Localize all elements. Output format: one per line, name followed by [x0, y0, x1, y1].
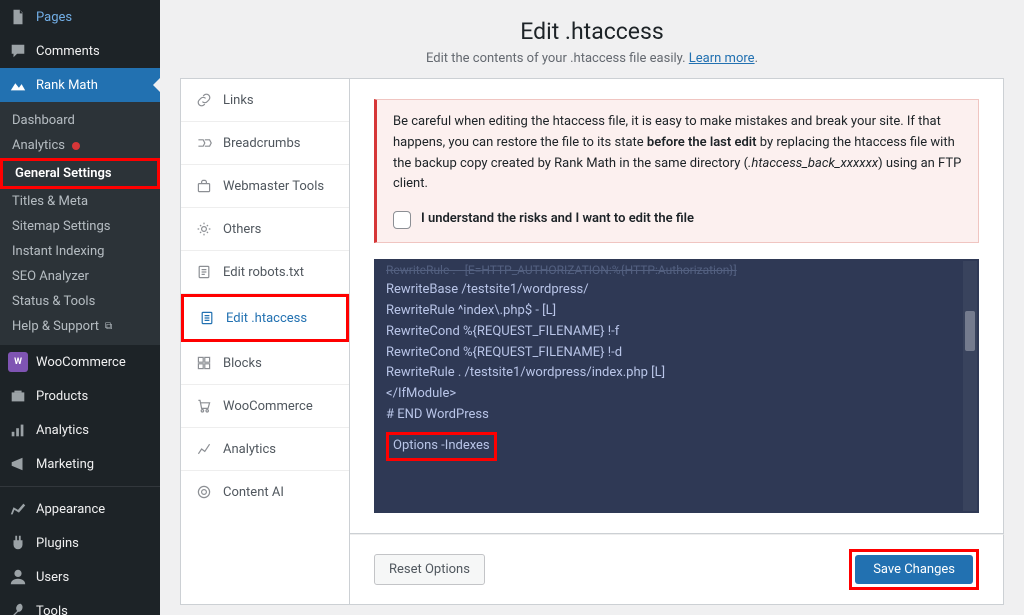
reset-options-button[interactable]: Reset Options	[374, 554, 485, 585]
warning-notice: Be careful when editing the htaccess fil…	[374, 99, 979, 243]
tab-label: Links	[223, 93, 254, 108]
tab-label: Edit robots.txt	[223, 265, 304, 280]
tab-label: Blocks	[223, 356, 262, 371]
menu-marketing[interactable]: Marketing	[0, 447, 160, 481]
menu-woocommerce[interactable]: W WooCommerce	[0, 345, 160, 379]
risk-checkbox-label: I understand the risks and I want to edi…	[421, 209, 694, 230]
products-icon	[8, 386, 28, 406]
tools-icon	[8, 601, 28, 615]
users-icon	[8, 567, 28, 587]
tab-webmaster-tools[interactable]: Webmaster Tools	[181, 165, 349, 208]
menu-label: Users	[36, 570, 69, 585]
tab-content-ai[interactable]: Content AI	[181, 471, 349, 513]
page-icon	[8, 7, 28, 27]
content-panel: Be careful when editing the htaccess fil…	[350, 78, 1004, 534]
panel-footer: Reset Options Save Changes	[350, 534, 1004, 605]
menu-label: Products	[36, 389, 88, 404]
menu-label: Analytics	[36, 423, 89, 438]
robots-icon	[195, 263, 213, 281]
learn-more-link[interactable]: Learn more	[689, 51, 755, 66]
notification-dot-icon	[72, 142, 80, 150]
settings-tabs: Links Breadcrumbs Webmaster Tools Others…	[180, 78, 350, 605]
rankmath-submenu: Dashboard Analytics General Settings Tit…	[0, 102, 160, 345]
marketing-icon	[8, 454, 28, 474]
menu-label: Marketing	[36, 457, 94, 472]
menu-plugins[interactable]: Plugins	[0, 526, 160, 560]
page-header: Edit .htaccess Edit the contents of your…	[160, 0, 1024, 78]
wp-admin-sidebar: Pages Comments Rank Math Dashboard Analy…	[0, 0, 160, 615]
menu-label: Comments	[36, 44, 100, 59]
editor-scrollbar[interactable]	[963, 261, 977, 511]
submenu-status-tools[interactable]: Status & Tools	[0, 289, 160, 314]
blocks-icon	[195, 354, 213, 372]
tab-analytics[interactable]: Analytics	[181, 428, 349, 471]
breadcrumb-icon	[195, 134, 213, 152]
appearance-icon	[8, 499, 28, 519]
submenu-dashboard[interactable]: Dashboard	[0, 108, 160, 133]
tab-woocommerce[interactable]: WooCommerce	[181, 385, 349, 428]
external-link-icon: ⧉	[105, 321, 112, 332]
menu-label: Pages	[36, 10, 72, 25]
main-content: Edit .htaccess Edit the contents of your…	[160, 0, 1024, 615]
tab-edit-htaccess[interactable]: Edit .htaccess	[181, 294, 349, 342]
plugins-icon	[8, 533, 28, 553]
briefcase-icon	[195, 177, 213, 195]
gear-icon	[195, 220, 213, 238]
menu-label: Rank Math	[36, 78, 98, 93]
rankmath-icon	[8, 75, 28, 95]
tab-label: Edit .htaccess	[226, 311, 307, 326]
chart-icon	[195, 440, 213, 458]
risk-checkbox[interactable]	[393, 211, 411, 229]
tab-label: Analytics	[223, 442, 276, 457]
woocommerce-icon: W	[8, 352, 28, 372]
submenu-general-settings[interactable]: General Settings	[0, 158, 160, 189]
submenu-analytics[interactable]: Analytics	[0, 133, 160, 158]
submenu-help-support[interactable]: Help & Support⧉	[0, 314, 160, 339]
submenu-instant-indexing[interactable]: Instant Indexing	[0, 239, 160, 264]
tab-blocks[interactable]: Blocks	[181, 342, 349, 385]
menu-label: Appearance	[36, 502, 105, 517]
tab-breadcrumbs[interactable]: Breadcrumbs	[181, 122, 349, 165]
menu-products[interactable]: Products	[0, 379, 160, 413]
page-title: Edit .htaccess	[180, 18, 1004, 45]
tab-label: Webmaster Tools	[223, 179, 324, 194]
highlighted-code: Options -Indexes	[386, 432, 497, 461]
tab-label: Content AI	[223, 485, 284, 500]
link-icon	[195, 91, 213, 109]
tab-label: WooCommerce	[223, 399, 313, 414]
menu-label: Plugins	[36, 536, 79, 551]
cart-icon	[195, 397, 213, 415]
tab-others[interactable]: Others	[181, 208, 349, 251]
submenu-sitemap-settings[interactable]: Sitemap Settings	[0, 214, 160, 239]
htaccess-editor[interactable]: RewriteRule . - [E=HTTP_AUTHORIZATION:%{…	[374, 259, 979, 513]
analytics-icon	[8, 420, 28, 440]
menu-appearance[interactable]: Appearance	[0, 492, 160, 526]
page-subtitle: Edit the contents of your .htaccess file…	[180, 51, 1004, 66]
submenu-seo-analyzer[interactable]: SEO Analyzer	[0, 264, 160, 289]
submenu-titles-meta[interactable]: Titles & Meta	[0, 189, 160, 214]
menu-comments[interactable]: Comments	[0, 34, 160, 68]
menu-pages[interactable]: Pages	[0, 0, 160, 34]
tab-label: Others	[223, 222, 261, 237]
save-button-highlight: Save Changes	[849, 549, 979, 590]
tab-label: Breadcrumbs	[223, 136, 300, 151]
tab-links[interactable]: Links	[181, 79, 349, 122]
save-changes-button[interactable]: Save Changes	[855, 555, 973, 584]
menu-analytics-wc[interactable]: Analytics	[0, 413, 160, 447]
menu-tools[interactable]: Tools	[0, 594, 160, 615]
menu-label: WooCommerce	[36, 355, 126, 370]
menu-label: Tools	[36, 604, 68, 615]
ai-icon	[195, 483, 213, 501]
tab-edit-robots[interactable]: Edit robots.txt	[181, 251, 349, 294]
htaccess-icon	[198, 309, 216, 327]
scroll-thumb[interactable]	[965, 311, 975, 351]
comment-icon	[8, 41, 28, 61]
menu-users[interactable]: Users	[0, 560, 160, 594]
menu-rank-math[interactable]: Rank Math	[0, 68, 160, 102]
